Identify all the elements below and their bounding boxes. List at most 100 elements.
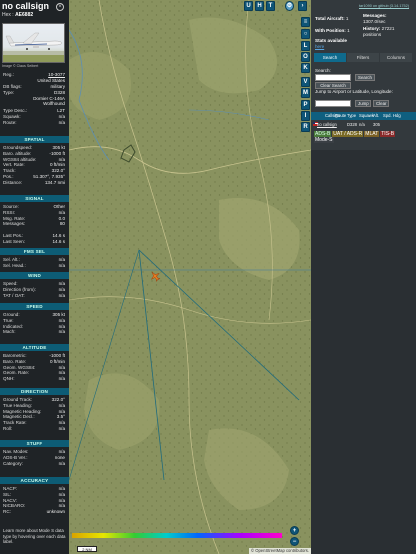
direction-row-0-value: 322.0° [51,397,65,402]
col-spd[interactable]: Spd. [381,112,392,120]
row-spd: 305 [373,122,380,127]
spatial-row-2-value: n/a [58,156,65,162]
map-button-v[interactable]: V [301,77,310,87]
clear-jump-button[interactable]: Clear [373,100,389,107]
accuracy-row-1-value: n/a [58,491,65,497]
version-link[interactable]: tar1090 on github (3.14.1752) [359,4,409,10]
search-button[interactable]: Search [355,74,375,81]
speed-row-3-value: n/a [58,329,65,335]
stuff-row-1-value: none [54,454,65,460]
jump-input[interactable] [315,100,351,107]
stuff-row-2-value: n/a [58,460,65,466]
map-button-h[interactable]: H [255,1,264,11]
messages-rate: Messages: 1307.0/sec [363,13,387,24]
col-squawk[interactable]: Squawk [357,112,374,120]
expand-sidebar-icon[interactable]: › [298,1,307,11]
map-button-m[interactable]: M [301,88,310,98]
detail2-row-0-label: Type Desc.: [3,108,28,113]
section-spatial[interactable]: SPATIAL [0,136,69,143]
accuracy-row-0-label: NACP: [3,486,18,491]
map-button-u[interactable]: U [244,1,253,11]
row-callsign[interactable]: no callsign [315,121,345,128]
wind-row-1-value: n/a [58,286,65,292]
total-aircraft: Total Aircraft: 1 [315,16,349,21]
signal-row-3-label: Messages: [3,221,26,227]
section-wind[interactable]: WIND [0,272,69,279]
altitude-row-4: QNH: n/a [3,376,65,382]
map-button-p[interactable]: P [301,100,310,110]
sidebar-tabs: Search Filters Columns [314,53,413,62]
fms-row-0-label: Sel. Alt.: [3,257,20,262]
legend-uat: UAT / ADS-R [332,131,364,137]
altitude-row-4-value: n/a [58,376,65,382]
spatial-row-1-value: -1000 ft [49,150,65,156]
detail2-row-1-value: n/a [58,114,65,119]
detail2-row-2-label: Route: [3,120,17,125]
accuracy-row-1-label: SIL: [3,491,12,497]
altitude-row-4-label: QNH: [3,376,15,382]
help-text: Learn more about Mode S data type by hov… [3,528,66,544]
spatial-row-2-label: WGS84 altitude: [3,156,37,162]
col-hdg[interactable]: Hdg [391,112,401,120]
map-button-k[interactable]: K [301,63,310,73]
jump-label: Jump to Airport or Latitude, Longitude: [315,89,393,94]
section-stuff[interactable]: STUFF [0,440,69,447]
section-direction[interactable]: DIRECTION [0,388,69,395]
aircraft-marker-icon[interactable] [149,270,161,282]
zoom-in-button[interactable]: + [290,526,299,535]
map-button-l[interactable]: L [301,41,310,51]
aircraft-photo[interactable] [2,23,65,63]
layers-icon[interactable]: ≡ [301,17,310,27]
section-altitude[interactable]: ALTITUDE [0,344,69,351]
map-button-o[interactable]: O [301,52,310,62]
legend-modes: Mode-S [314,137,334,143]
col-callsign[interactable]: Callsign [311,112,340,120]
accuracy-row-3-value: n/a [58,503,65,509]
detail2-row-2: Route: n/a [3,120,65,126]
accuracy-row-4-value: unknown [46,509,65,515]
signal-row-6: Last Seen: 14.6 s [3,239,65,245]
detail-row-1-value: United States [37,78,65,83]
signal-row-1-label: RSSI: [3,209,15,215]
col-type[interactable]: Type [345,112,357,120]
detail-row-0-value[interactable]: 10-3077 [48,72,65,77]
accuracy-row-3-label: NICBARO: [3,503,26,509]
map-attribution[interactable]: © OpenStreetMap contributors. [248,548,311,554]
tab-filters[interactable]: Filters [347,53,379,62]
section-accuracy[interactable]: ACCURACY [0,477,69,484]
col-route[interactable]: Route [333,112,346,120]
tab-search[interactable]: Search [314,53,346,62]
close-icon[interactable]: × [56,3,64,11]
map-button-r[interactable]: R [301,122,310,132]
settings-gear-icon[interactable]: ⚙ [285,1,294,11]
search-label: Search: [315,68,331,73]
section-fms[interactable]: FMS SEL [0,248,69,255]
accuracy-row-2-label: NACV: [3,497,17,503]
altitude-row-1-value: 0 ft/min [49,358,65,364]
section-signal[interactable]: SIGNAL [0,195,69,202]
direction-row-2-value: n/a [58,408,65,414]
spatial-row-0-label: Groundspeed: [3,145,33,150]
fms-row-1: Sel. Head.: n/a [3,263,65,269]
history-count: History: 27221 positions [363,26,395,37]
zoom-out-button[interactable]: − [290,537,299,546]
speed-row-2-label: Indicated: [3,323,23,329]
reset-view-icon[interactable]: ○ [301,29,310,39]
tab-columns[interactable]: Columns [380,53,412,62]
detail2-row-2-value: n/a [58,120,65,125]
jump-button[interactable]: Jump [355,100,371,107]
table-row[interactable]: no callsign D328 n/a 305 [311,121,416,128]
section-speed[interactable]: SPEED [0,303,69,310]
map-button-i[interactable]: I [301,111,310,121]
map-canvas[interactable] [69,0,311,554]
col-alt[interactable]: Alt. [371,112,381,120]
signal-row-0-label: Source: [3,204,19,209]
clear-search-button[interactable]: Clear Search [315,82,351,89]
search-input[interactable] [315,74,351,81]
map-button-t[interactable]: T [266,1,275,11]
signal-row-5-label: Last Pos.: [3,233,24,238]
signal-row-6-label: Last Seen: [3,238,25,244]
signal-row-6-value: 14.6 s [52,238,65,244]
map-view[interactable]: U H T ⚙ › ≡ ○ L O K V M P I R + − 2 NM ©… [69,0,311,554]
signal-row-0-value: Other [53,204,66,209]
